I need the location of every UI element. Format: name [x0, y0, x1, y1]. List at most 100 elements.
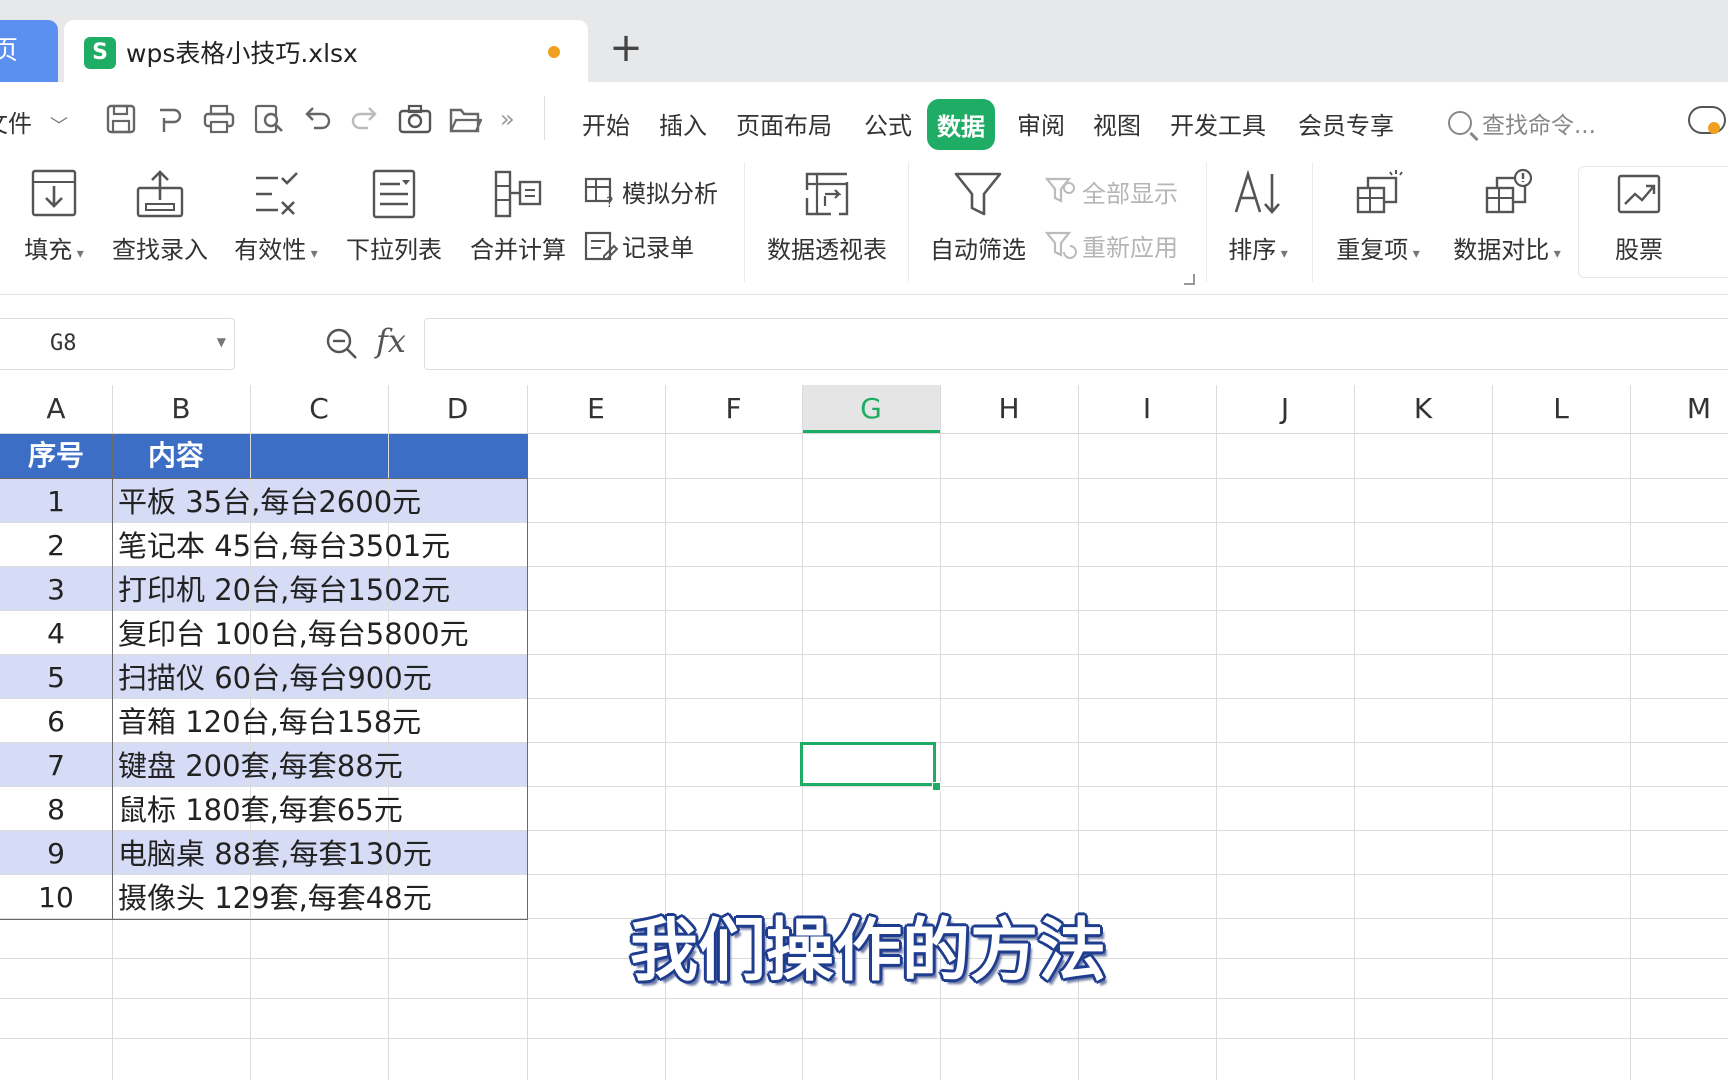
row-number-cell[interactable]: 8 [0, 788, 112, 832]
pivot-table-button[interactable]: 数据透视表 [762, 168, 892, 265]
output-icon[interactable] [152, 104, 186, 134]
column-header-e[interactable]: E [527, 385, 665, 433]
fill-button[interactable]: 填充 [14, 168, 94, 265]
row-number-cell[interactable]: 6 [0, 700, 112, 744]
pivot-table-icon [805, 172, 849, 216]
undo-icon[interactable] [300, 104, 334, 134]
stock-button[interactable]: 股票 [1596, 168, 1682, 265]
row-number-cell[interactable]: 4 [0, 612, 112, 656]
row-number-cell[interactable]: 2 [0, 524, 112, 568]
name-box-dropdown-icon[interactable]: ▼ [217, 335, 226, 349]
more-chevron-icon[interactable]: » [500, 104, 534, 134]
tab-formula[interactable]: 公式 [864, 106, 912, 141]
validity-button[interactable]: 有效性 [228, 168, 324, 265]
dropdown-list-button[interactable]: 下拉列表 [342, 168, 446, 265]
row-number-cell[interactable]: 5 [0, 656, 112, 700]
what-if-label: 模拟分析 [622, 180, 718, 208]
row-number-cell[interactable]: 3 [0, 568, 112, 612]
command-search[interactable]: 查找命令... [1448, 106, 1596, 140]
stock-label: 股票 [1615, 236, 1663, 264]
name-box[interactable]: G8 ▼ [0, 318, 235, 370]
content-cell[interactable]: 扫描仪 60台,每台900元 [118, 656, 432, 700]
column-header-b[interactable]: B [112, 385, 250, 433]
reapply-button[interactable]: 重新应用 [1044, 228, 1178, 263]
home-tab[interactable]: 页 [0, 20, 58, 82]
fill-handle[interactable] [932, 782, 941, 791]
grid-line [1216, 385, 1217, 1080]
content-cell[interactable]: 打印机 20台,每台1502元 [118, 568, 450, 612]
reapply-icon [1044, 231, 1077, 259]
column-header-g[interactable]: G [802, 385, 940, 433]
formula-input[interactable] [424, 318, 1728, 370]
document-tab-title: wps表格小技巧.xlsx [126, 39, 358, 68]
column-header-j[interactable]: J [1216, 385, 1354, 433]
column-header-m[interactable]: M [1630, 385, 1728, 433]
find-entry-icon [136, 170, 184, 218]
tab-data[interactable]: 数据 [927, 99, 995, 150]
new-tab-button[interactable]: + [606, 28, 646, 68]
cloud-sync-icon[interactable] [1688, 106, 1726, 134]
content-cell[interactable]: 笔记本 45台,每台3501元 [118, 524, 450, 568]
print-preview-icon[interactable] [252, 104, 286, 134]
content-cell[interactable]: 鼠标 180套,每套65元 [118, 788, 403, 832]
content-cell[interactable]: 键盘 200套,每套88元 [118, 744, 403, 788]
column-header-i[interactable]: I [1078, 385, 1216, 433]
tab-view[interactable]: 视图 [1093, 106, 1141, 141]
tab-start[interactable]: 开始 [582, 106, 630, 141]
tab-review[interactable]: 审阅 [1017, 106, 1065, 141]
consolidate-label: 合并计算 [470, 236, 566, 264]
command-search-placeholder: 查找命令... [1482, 113, 1596, 139]
filter-dialog-launcher-icon[interactable] [1184, 274, 1195, 285]
row-number-cell[interactable]: 9 [0, 832, 112, 876]
row-number-cell[interactable]: 7 [0, 744, 112, 788]
insert-function-button[interactable]: fx [376, 322, 406, 360]
print-icon[interactable] [202, 104, 236, 134]
selected-cell[interactable] [800, 742, 936, 786]
content-cell[interactable]: 电脑桌 88套,每套130元 [118, 832, 432, 876]
data-compare-button[interactable]: 数据对比 [1444, 168, 1570, 265]
show-all-button[interactable]: 全部显示 [1044, 174, 1178, 209]
video-subtitle: 我们操作的方法 [630, 912, 1107, 991]
redo-icon[interactable] [348, 104, 382, 134]
content-cell[interactable]: 摄像头 129套,每套48元 [118, 876, 432, 920]
tab-insert[interactable]: 插入 [659, 106, 707, 141]
document-tab[interactable]: S wps表格小技巧.xlsx [64, 20, 588, 82]
column-header-f[interactable]: F [665, 385, 802, 433]
open-folder-icon[interactable] [448, 104, 483, 134]
column-header-d[interactable]: D [388, 385, 527, 433]
row-number-cell[interactable]: 1 [0, 480, 112, 524]
what-if-analysis-button[interactable]: ? 模拟分析 [584, 174, 718, 211]
auto-filter-button[interactable]: 自动筛选 [926, 168, 1030, 265]
column-header-l[interactable]: L [1492, 385, 1630, 433]
name-box-value: G8 [50, 331, 77, 356]
column-header-c[interactable]: C [250, 385, 388, 433]
file-menu[interactable]: 文件 ﹀ [0, 104, 68, 139]
row-number-cell[interactable]: 10 [0, 876, 112, 920]
save-icon[interactable] [104, 104, 138, 134]
dropdown-list-icon [372, 169, 416, 219]
camera-icon[interactable] [398, 104, 432, 134]
header-content[interactable]: 内容 [148, 434, 204, 478]
column-header-h[interactable]: H [940, 385, 1078, 433]
ribbon-divider [1312, 162, 1313, 282]
menu-bar: 文件 ﹀ » 开始 插入 页面布局 公式 数据 审阅 视图 开发工具 会员专享 查… [0, 82, 1728, 154]
consolidate-button[interactable]: 合并计算 [466, 168, 570, 265]
content-cell[interactable]: 音箱 120台,每台158元 [118, 700, 421, 744]
header-seq[interactable]: 序号 [0, 434, 112, 478]
validity-icon [256, 172, 298, 215]
content-cell[interactable]: 复印台 100台,每台5800元 [118, 612, 469, 656]
column-header-a[interactable]: A [0, 385, 112, 433]
tab-member[interactable]: 会员专享 [1298, 106, 1394, 141]
find-entry-button[interactable]: 查找录入 [108, 168, 212, 265]
table-border [0, 478, 527, 479]
column-header-k[interactable]: K [1354, 385, 1492, 433]
record-form-button[interactable]: 记录单 [584, 228, 694, 263]
content-cell[interactable]: 平板 35台,每台2600元 [118, 480, 421, 524]
tab-developer[interactable]: 开发工具 [1170, 106, 1266, 141]
sort-button[interactable]: 排序 [1222, 168, 1294, 265]
tab-page-layout[interactable]: 页面布局 [736, 106, 832, 141]
filter-icon [954, 172, 1002, 216]
zoom-formula-icon[interactable] [324, 326, 358, 360]
ribbon: 填充 查找录入 有效性 下拉列表 合并计算 ? 模拟分析 记录单 数据透视表 自动… [0, 154, 1728, 295]
duplicates-button[interactable]: 重复项 [1326, 168, 1430, 265]
